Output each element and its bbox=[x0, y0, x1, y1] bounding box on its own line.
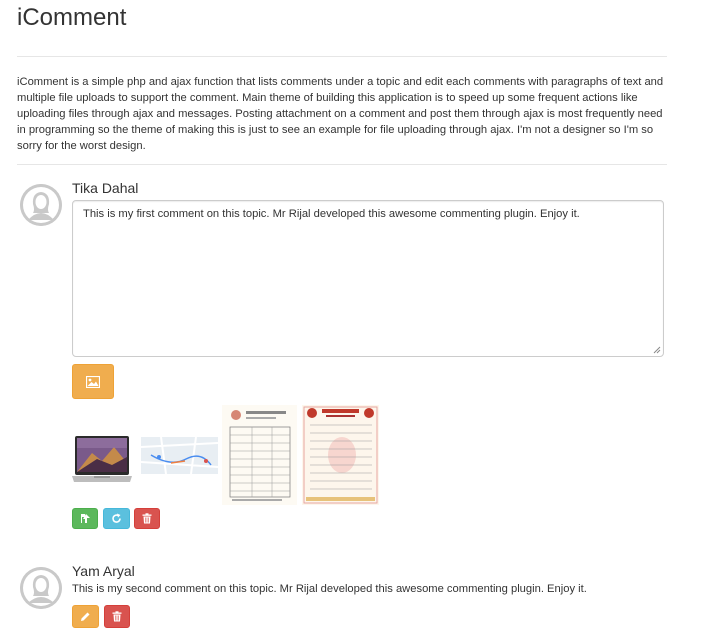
refresh-icon bbox=[112, 513, 121, 523]
document-image[interactable] bbox=[222, 405, 297, 505]
refresh-button[interactable] bbox=[103, 508, 130, 529]
comment-author: Tika Dahal bbox=[72, 180, 139, 196]
resize-grip-icon[interactable] bbox=[653, 346, 661, 354]
delete-button[interactable] bbox=[104, 605, 130, 628]
edit-button[interactable] bbox=[72, 605, 99, 628]
comment-text: This is my first comment on this topic. … bbox=[83, 208, 580, 220]
user-avatar-icon bbox=[20, 567, 62, 609]
intro-paragraph: iComment is a simple php and ajax functi… bbox=[17, 76, 664, 152]
divider bbox=[17, 56, 667, 57]
image-icon bbox=[86, 375, 100, 388]
trash-icon bbox=[142, 513, 152, 524]
certificate-image[interactable] bbox=[302, 405, 379, 505]
avatar bbox=[20, 567, 62, 609]
save-icon bbox=[80, 514, 90, 523]
upload-image-button[interactable] bbox=[72, 364, 114, 399]
save-button[interactable] bbox=[72, 508, 98, 529]
delete-button[interactable] bbox=[134, 508, 160, 529]
comment-author: Yam Aryal bbox=[72, 563, 135, 579]
page-title: iComment bbox=[17, 4, 127, 31]
avatar bbox=[20, 184, 62, 226]
map-image[interactable] bbox=[141, 437, 218, 474]
divider bbox=[17, 164, 667, 165]
comment-text: This is my second comment on this topic.… bbox=[72, 583, 587, 595]
laptop-image[interactable] bbox=[72, 433, 132, 488]
pencil-icon bbox=[81, 612, 90, 621]
user-avatar-icon bbox=[20, 184, 62, 226]
comment-textarea[interactable]: This is my first comment on this topic. … bbox=[72, 200, 664, 357]
trash-icon bbox=[112, 611, 122, 622]
